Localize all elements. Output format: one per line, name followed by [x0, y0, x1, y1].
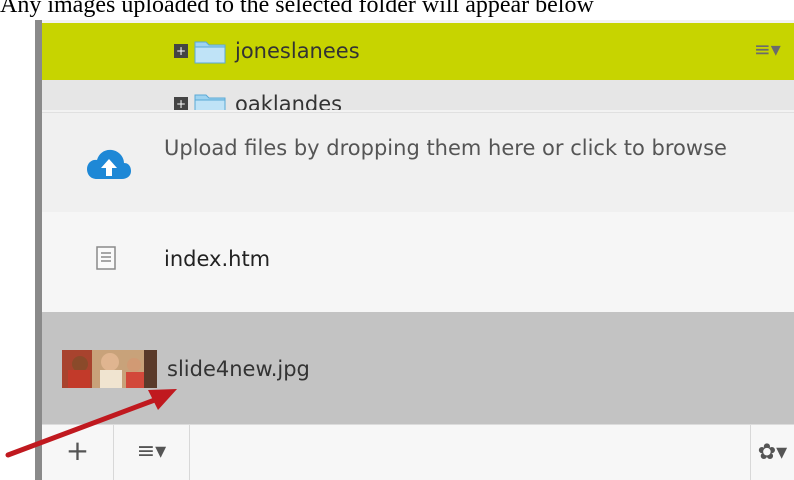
- upload-dropzone[interactable]: Upload files by dropping them here or cl…: [42, 112, 794, 212]
- expand-icon[interactable]: +: [174, 44, 188, 58]
- folder-icon: [194, 94, 226, 110]
- image-thumbnail: [62, 350, 157, 388]
- left-divider: [35, 20, 42, 480]
- folder-row-joneslanees[interactable]: + joneslanees ≡▾: [42, 23, 794, 80]
- document-icon: [96, 246, 116, 270]
- file-manager-panel: + joneslanees ≡▾ + oaklandes Upload file…: [42, 20, 794, 480]
- file-row[interactable]: index.htm: [42, 212, 794, 312]
- folder-name: oaklandes: [235, 92, 343, 110]
- file-name: slide4new.jpg: [167, 357, 310, 381]
- folder-row-oaklandes[interactable]: + oaklandes: [42, 80, 794, 110]
- folder-menu-icon[interactable]: ≡▾: [754, 37, 781, 61]
- upload-instruction: Upload files by dropping them here or cl…: [164, 136, 727, 160]
- instruction-caption: Any images uploaded to the selected fold…: [0, 0, 594, 18]
- cloud-upload-icon: [87, 149, 131, 179]
- bottom-toolbar: + ≡▾ ✿▾: [42, 424, 794, 480]
- expand-icon[interactable]: +: [174, 97, 188, 110]
- add-button[interactable]: +: [42, 425, 114, 480]
- settings-gear-icon[interactable]: ✿▾: [750, 425, 794, 480]
- file-row-selected[interactable]: slide4new.jpg: [42, 312, 794, 424]
- file-name: index.htm: [164, 247, 271, 271]
- folder-icon: [194, 41, 226, 64]
- folder-name: joneslanees: [235, 39, 360, 63]
- list-menu-button[interactable]: ≡▾: [114, 425, 190, 480]
